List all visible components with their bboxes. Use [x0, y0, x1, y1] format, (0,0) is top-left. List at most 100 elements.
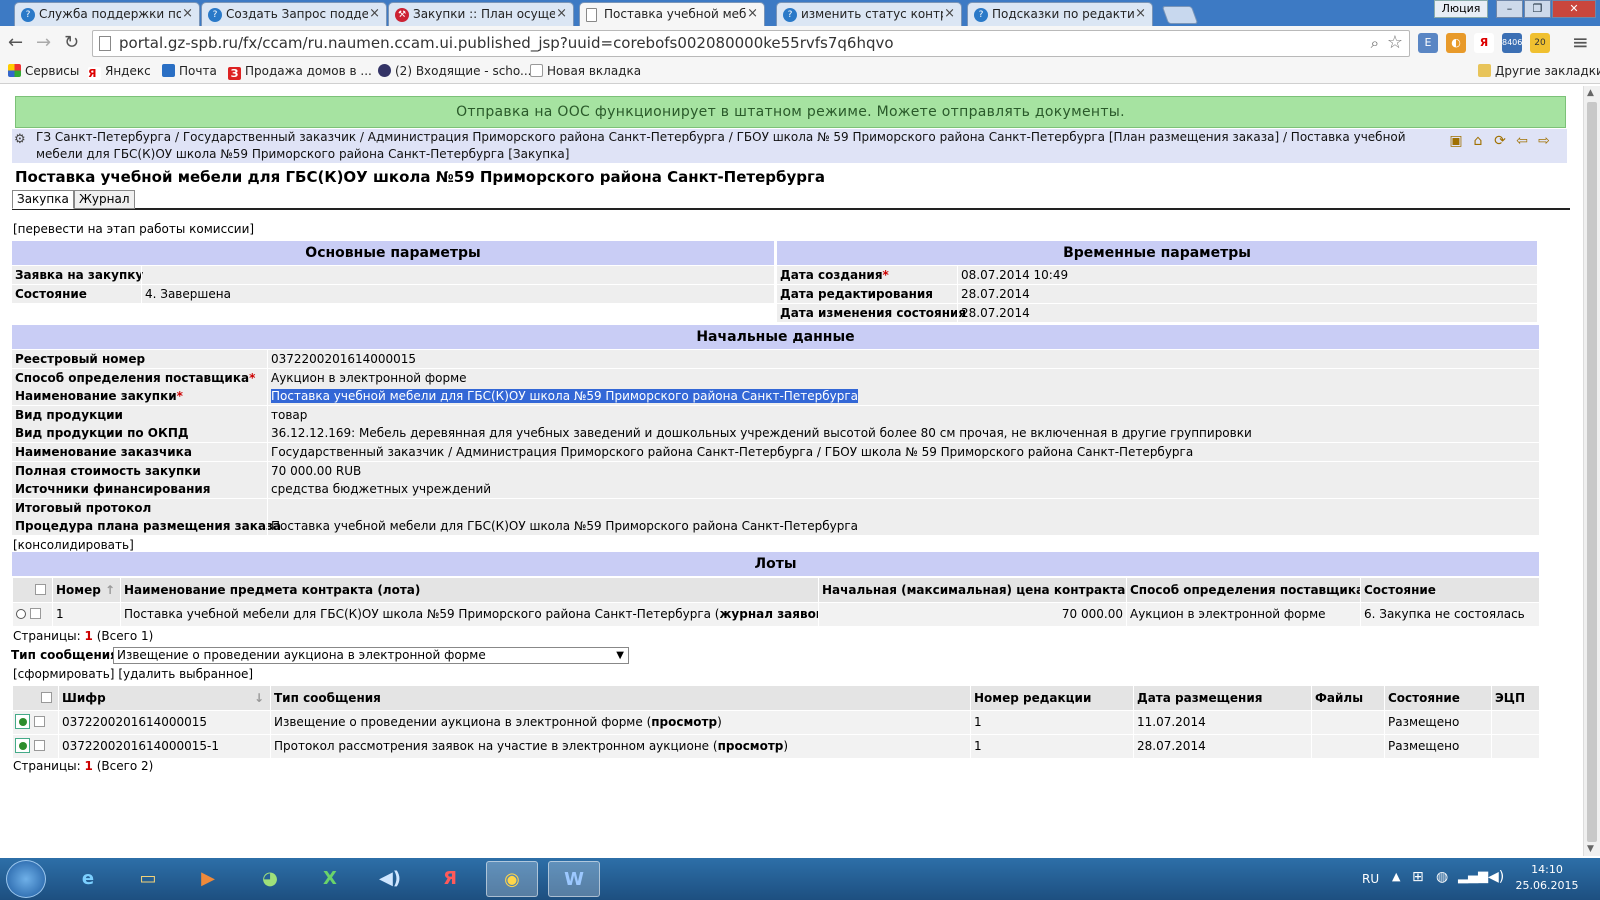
home-icon[interactable]: ⌂: [1469, 133, 1487, 151]
column-header[interactable]: Номер редакции: [970, 686, 1133, 710]
bookmark-houses[interactable]: З Продажа домов в ...: [228, 64, 372, 80]
explorer-icon[interactable]: ▭: [122, 861, 174, 897]
close-tab-icon[interactable]: ×: [369, 6, 380, 21]
close-tab-icon[interactable]: ×: [182, 6, 193, 21]
row-select[interactable]: [12, 711, 58, 734]
extension-icon[interactable]: ◐: [1446, 33, 1466, 53]
forward-arrow-icon[interactable]: →: [36, 32, 51, 53]
journal-link[interactable]: журнал заявок: [719, 607, 818, 621]
column-header[interactable]: ЭЦП: [1491, 686, 1539, 710]
view-link[interactable]: просмотр: [651, 715, 717, 729]
vertical-scrollbar[interactable]: ▲ ▼: [1583, 86, 1600, 856]
refresh-icon[interactable]: ⟳: [1491, 133, 1509, 151]
checkbox[interactable]: [29, 608, 41, 619]
column-header[interactable]: Состояние: [1384, 686, 1491, 710]
back-icon[interactable]: ⇦: [1513, 133, 1531, 151]
weather-icon[interactable]: 20: [1530, 33, 1550, 53]
browser-tab-support[interactable]: ? Служба поддержки поль ×: [14, 2, 200, 26]
column-header[interactable]: Начальная (максимальная) цена контракта: [818, 578, 1126, 602]
bookmark-yandex[interactable]: Я Яндекс: [88, 64, 151, 80]
bookmark-mail[interactable]: Почта: [162, 64, 217, 78]
delete-selected-link[interactable]: [удалить выбранное]: [118, 667, 253, 681]
message-type-select[interactable]: Извещение о проведении аукциона в электр…: [113, 647, 629, 664]
checkbox[interactable]: [35, 584, 46, 595]
scroll-down-icon[interactable]: ▼: [1587, 844, 1594, 854]
bookmark-star-icon[interactable]: ☆: [1387, 30, 1403, 55]
column-header[interactable]: Тип сообщения: [270, 686, 970, 710]
browser-tab-furniture[interactable]: Поставка учебной мебел ×: [579, 2, 765, 26]
checkbox[interactable]: [41, 692, 52, 703]
sound-icon[interactable]: ◀): [364, 861, 416, 897]
close-tab-icon[interactable]: ×: [1135, 6, 1146, 21]
close-tab-icon[interactable]: ×: [944, 6, 955, 21]
breadcrumb-text[interactable]: ГЗ Санкт-Петербурга / Государственный за…: [36, 129, 1436, 163]
new-tab-button[interactable]: [1161, 6, 1199, 24]
minimize-button[interactable]: –: [1496, 0, 1523, 18]
chevron-down-icon[interactable]: ▼: [616, 648, 624, 663]
column-header[interactable]: Дата размещения: [1133, 686, 1311, 710]
column-header[interactable]: Шифр ↓: [58, 686, 270, 710]
zoom-icon[interactable]: ⌕: [1371, 31, 1379, 56]
forward-icon[interactable]: ⇨: [1535, 133, 1553, 151]
tab-procurement[interactable]: Закупка: [12, 190, 74, 209]
consolidate-link[interactable]: [консолидировать]: [13, 538, 134, 552]
view-link[interactable]: просмотр: [718, 739, 784, 753]
user-profile-badge[interactable]: Люция: [1434, 0, 1488, 18]
checkbox[interactable]: [33, 740, 45, 751]
checkbox[interactable]: [33, 716, 45, 727]
table-row[interactable]: 0372200201614000015-1 Протокол рассмотрен…: [12, 735, 1539, 758]
tray-arrow-icon[interactable]: ▲: [1392, 870, 1400, 883]
row-select[interactable]: [12, 603, 52, 626]
browser-tab-create-request[interactable]: ? Создать Запрос поддерж ×: [201, 2, 387, 26]
media-player-icon[interactable]: ▶: [182, 861, 234, 897]
column-header[interactable]: Файлы: [1311, 686, 1384, 710]
column-header[interactable]: Состояние: [1360, 578, 1539, 602]
form-link[interactable]: [сформировать]: [13, 667, 114, 681]
sort-arrow-icon[interactable]: ↑: [105, 583, 115, 597]
volume-icon[interactable]: ◀): [1488, 869, 1504, 885]
tree-icon[interactable]: ⚙: [14, 131, 32, 147]
paint-icon[interactable]: ◕: [244, 861, 296, 897]
table-row[interactable]: 1 Поставка учебной мебели для ГБС(К)ОУ ш…: [12, 603, 1539, 626]
extension-icon[interactable]: E: [1418, 33, 1438, 53]
page-link[interactable]: 1: [85, 759, 93, 773]
maximize-button[interactable]: ❐: [1524, 0, 1551, 18]
network-icon[interactable]: ◍: [1436, 869, 1448, 885]
sort-arrow-icon[interactable]: ↓: [254, 686, 264, 710]
close-tab-icon[interactable]: ×: [747, 6, 758, 21]
yandex-icon[interactable]: Я: [424, 861, 476, 897]
chrome-icon[interactable]: ◉: [486, 861, 538, 897]
reload-icon[interactable]: ↻: [64, 32, 79, 53]
start-button[interactable]: [6, 860, 46, 898]
back-arrow-icon[interactable]: ←: [8, 32, 23, 53]
bookmark-services[interactable]: Сервисы: [8, 64, 79, 78]
scroll-thumb[interactable]: [1587, 102, 1597, 842]
select-all-lots[interactable]: [12, 578, 52, 602]
word-icon[interactable]: W: [548, 861, 600, 897]
bookmark-inbox[interactable]: (2) Входящие - scho...: [378, 64, 531, 78]
page-link[interactable]: 1: [85, 629, 93, 643]
radio-button[interactable]: [16, 609, 26, 619]
ie-icon[interactable]: e: [62, 861, 114, 897]
table-row[interactable]: 0372200201614000015 Извещение о проведени…: [12, 711, 1539, 734]
row-select[interactable]: [12, 735, 58, 758]
close-tab-icon[interactable]: ×: [556, 6, 567, 21]
browser-tab-change-status[interactable]: ? изменить статус контрак ×: [776, 2, 962, 26]
signal-icon[interactable]: ▂▄▆: [1458, 869, 1488, 884]
browser-tab-edit-tips[interactable]: ? Подсказки по редактиро ×: [967, 2, 1153, 26]
move-to-commission-link[interactable]: [перевести на этап работы комиссии]: [13, 222, 254, 236]
folder-icon[interactable]: ▣: [1447, 133, 1465, 151]
column-header[interactable]: Номер ↑: [52, 578, 120, 602]
bookmark-new-tab[interactable]: Новая вкладка: [530, 64, 641, 78]
tab-journal[interactable]: Журнал: [74, 190, 135, 209]
other-bookmarks[interactable]: Другие закладки: [1478, 64, 1600, 78]
excel-icon[interactable]: X: [304, 861, 356, 897]
yandex-icon[interactable]: Я: [1474, 33, 1494, 53]
browser-tab-procurement-plan[interactable]: ⚒ Закупки :: План осущест ×: [388, 2, 574, 26]
system-clock[interactable]: 14:10 25.06.2015: [1512, 862, 1582, 894]
column-header[interactable]: Наименование предмета контракта (лота): [120, 578, 818, 602]
column-header[interactable]: Способ определения поставщика: [1126, 578, 1360, 602]
menu-icon[interactable]: ≡: [1572, 30, 1589, 54]
language-indicator[interactable]: RU: [1362, 872, 1379, 886]
select-all-messages[interactable]: [12, 686, 58, 710]
